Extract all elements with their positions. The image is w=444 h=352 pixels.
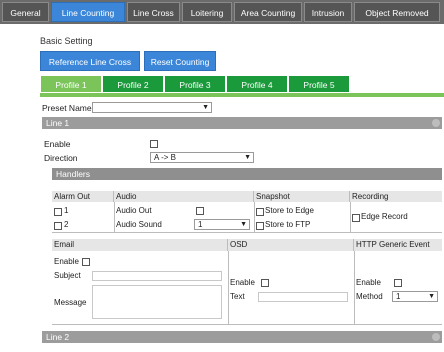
tab-profile-1[interactable]: Profile 1 (40, 75, 102, 93)
reset-counting-button[interactable]: Reset Counting (144, 51, 216, 71)
divider (114, 202, 115, 232)
edge-record-checkbox[interactable] (352, 214, 360, 222)
http-header: HTTP Generic Event (354, 239, 442, 251)
http-method-value: 1 (396, 292, 401, 301)
direction-value: A -> B (154, 153, 177, 162)
collapse-icon[interactable] (432, 119, 440, 127)
email-enable-label: Enable (54, 257, 79, 266)
divider (254, 202, 255, 232)
tab-intrusion[interactable]: Intrusion (304, 2, 352, 22)
preset-name-label: Preset Name (42, 103, 92, 113)
tab-profile-5[interactable]: Profile 5 (288, 75, 350, 93)
email-header: Email (52, 239, 228, 251)
handlers-section-header: Handlers (52, 168, 442, 180)
line1-title: Line 1 (46, 118, 70, 128)
audio-out-checkbox[interactable] (196, 207, 204, 215)
email-subject-input[interactable] (92, 271, 222, 281)
http-method-select[interactable]: 1 ▼ (392, 291, 438, 302)
divider (52, 324, 442, 325)
osd-header: OSD (228, 239, 354, 251)
osd-enable-label: Enable (230, 278, 255, 287)
line1-section-header: Line 1 (42, 117, 442, 129)
email-message-textarea[interactable] (92, 285, 222, 319)
basic-setting-title: Basic Setting (40, 36, 93, 46)
tab-general[interactable]: General (2, 2, 49, 22)
store-to-edge-label: Store to Edge (265, 206, 314, 215)
enable-label: Enable (44, 139, 71, 149)
handlers-header-alarm-out: Alarm Out (52, 191, 114, 202)
tab-loitering[interactable]: Loitering (182, 2, 232, 22)
direction-select[interactable]: A -> B ▼ (150, 152, 254, 163)
tab-object-removed[interactable]: Object Removed (354, 2, 440, 22)
audio-sound-label: Audio Sound (116, 220, 162, 229)
tab-profile-2[interactable]: Profile 2 (102, 75, 164, 93)
chevron-down-icon: ▼ (244, 154, 251, 161)
edge-record-label: Edge Record (361, 212, 408, 221)
alarm-out-1-label: 1 (64, 206, 69, 215)
direction-label: Direction (44, 153, 78, 163)
alarm-out-2-checkbox[interactable] (54, 222, 62, 230)
alarm-out-2-label: 2 (64, 220, 69, 229)
chevron-down-icon: ▼ (202, 104, 209, 111)
osd-text-label: Text (230, 292, 245, 301)
tab-profile-3[interactable]: Profile 3 (164, 75, 226, 93)
store-to-ftp-checkbox[interactable] (256, 222, 264, 230)
tab-profile-4[interactable]: Profile 4 (226, 75, 288, 93)
tab-area-counting[interactable]: Area Counting (234, 2, 302, 22)
email-enable-checkbox[interactable] (82, 258, 90, 266)
store-to-edge-checkbox[interactable] (256, 208, 264, 216)
store-to-ftp-label: Store to FTP (265, 220, 311, 229)
divider (354, 251, 355, 324)
divider (350, 202, 351, 232)
http-method-label: Method (356, 292, 383, 301)
line1-enable-checkbox[interactable] (150, 140, 158, 148)
audio-out-label: Audio Out (116, 206, 152, 215)
line2-title: Line 2 (46, 332, 70, 342)
top-tab-bar: General Line Counting Line Cross Loiteri… (0, 0, 444, 24)
email-subject-label: Subject (54, 271, 81, 280)
tab-line-counting[interactable]: Line Counting (51, 2, 125, 22)
divider (228, 251, 229, 324)
divider (52, 232, 442, 233)
handlers-header-snapshot: Snapshot (254, 191, 350, 202)
reference-line-cross-button[interactable]: Reference Line Cross (40, 51, 140, 71)
audio-sound-select[interactable]: 1 ▼ (194, 219, 250, 230)
collapse-icon[interactable] (432, 333, 440, 341)
profile-tab-underline (40, 93, 444, 97)
line2-section-header: Line 2 (42, 331, 442, 343)
http-enable-checkbox[interactable] (394, 279, 402, 287)
preset-name-select[interactable]: ▼ (92, 102, 212, 113)
audio-sound-value: 1 (198, 220, 203, 229)
email-message-label: Message (54, 298, 87, 307)
osd-text-input[interactable] (258, 292, 348, 302)
tab-line-cross[interactable]: Line Cross (127, 2, 180, 22)
chevron-down-icon: ▼ (240, 221, 247, 228)
handlers-header-recording: Recording (350, 191, 442, 202)
http-enable-label: Enable (356, 278, 381, 287)
osd-enable-checkbox[interactable] (261, 279, 269, 287)
handlers-header-audio: Audio (114, 191, 254, 202)
chevron-down-icon: ▼ (428, 293, 435, 300)
alarm-out-1-checkbox[interactable] (54, 208, 62, 216)
